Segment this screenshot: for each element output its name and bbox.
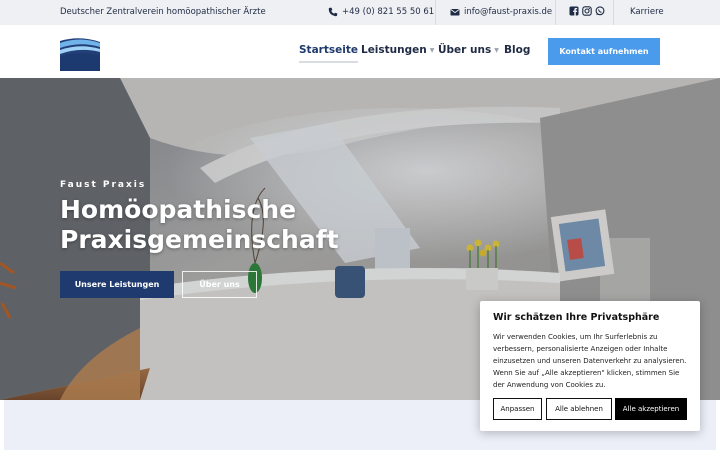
nav-ueber-uns[interactable]: Über uns ▼ [438, 44, 499, 56]
nav-blog[interactable]: Blog [504, 44, 530, 56]
nav-ueber-uns-label: Über uns [438, 44, 492, 56]
cookie-reject-button[interactable]: Alle ablehnen [546, 398, 612, 420]
contact-button[interactable]: Kontakt aufnehmen [548, 38, 660, 65]
logo[interactable] [60, 33, 100, 71]
nav-leistungen[interactable]: Leistungen ▼ [361, 44, 434, 56]
hero-eyebrow: Faust Praxis [60, 180, 147, 190]
divider [555, 0, 556, 25]
phone-number: +49 (0) 821 55 50 61 [342, 7, 435, 17]
site-header: Startseite Leistungen ▼ Über uns ▼ Blog Ko… [0, 25, 720, 78]
chevron-down-icon: ▼ [494, 46, 499, 54]
nav-startseite-label: Startseite [299, 44, 358, 56]
nav-startseite[interactable]: Startseite [299, 44, 358, 63]
cookie-accept-button[interactable]: Alle akzeptieren [615, 398, 687, 420]
phone-link[interactable]: +49 (0) 821 55 50 61 [328, 7, 434, 17]
phone-icon [328, 7, 338, 17]
envelope-icon [450, 9, 460, 16]
cookie-banner: Wir schätzen Ihre Privatsphäre Wir verwe… [480, 301, 700, 431]
hero-title: Homöopathische Praxisgemeinschaft [60, 195, 339, 254]
career-link[interactable]: Karriere [630, 7, 664, 17]
cookie-title: Wir schätzen Ihre Privatsphäre [493, 312, 660, 323]
nav-leistungen-label: Leistungen [361, 44, 427, 56]
facebook-icon[interactable] [569, 6, 579, 16]
nav-blog-label: Blog [504, 44, 531, 56]
about-button[interactable]: Über uns [182, 271, 257, 298]
chevron-down-icon: ▼ [429, 46, 435, 54]
cookie-adjust-button[interactable]: Anpassen [493, 398, 542, 420]
divider [613, 0, 614, 25]
social-links [569, 6, 605, 16]
logo-mark [60, 33, 100, 71]
whatsapp-icon[interactable] [595, 6, 605, 16]
divider [435, 0, 436, 25]
cookie-text: Wir verwenden Cookies, um Ihr Surferlebn… [493, 333, 687, 389]
instagram-icon[interactable] [582, 6, 592, 16]
services-button[interactable]: Unsere Leistungen [60, 271, 174, 298]
organization-text: Deutscher Zentralverein homöopathischer … [60, 7, 266, 17]
email-address: info@faust-praxis.de [464, 7, 553, 17]
email-link[interactable]: info@faust-praxis.de [450, 7, 552, 17]
top-bar: Deutscher Zentralverein homöopathischer … [0, 0, 720, 25]
